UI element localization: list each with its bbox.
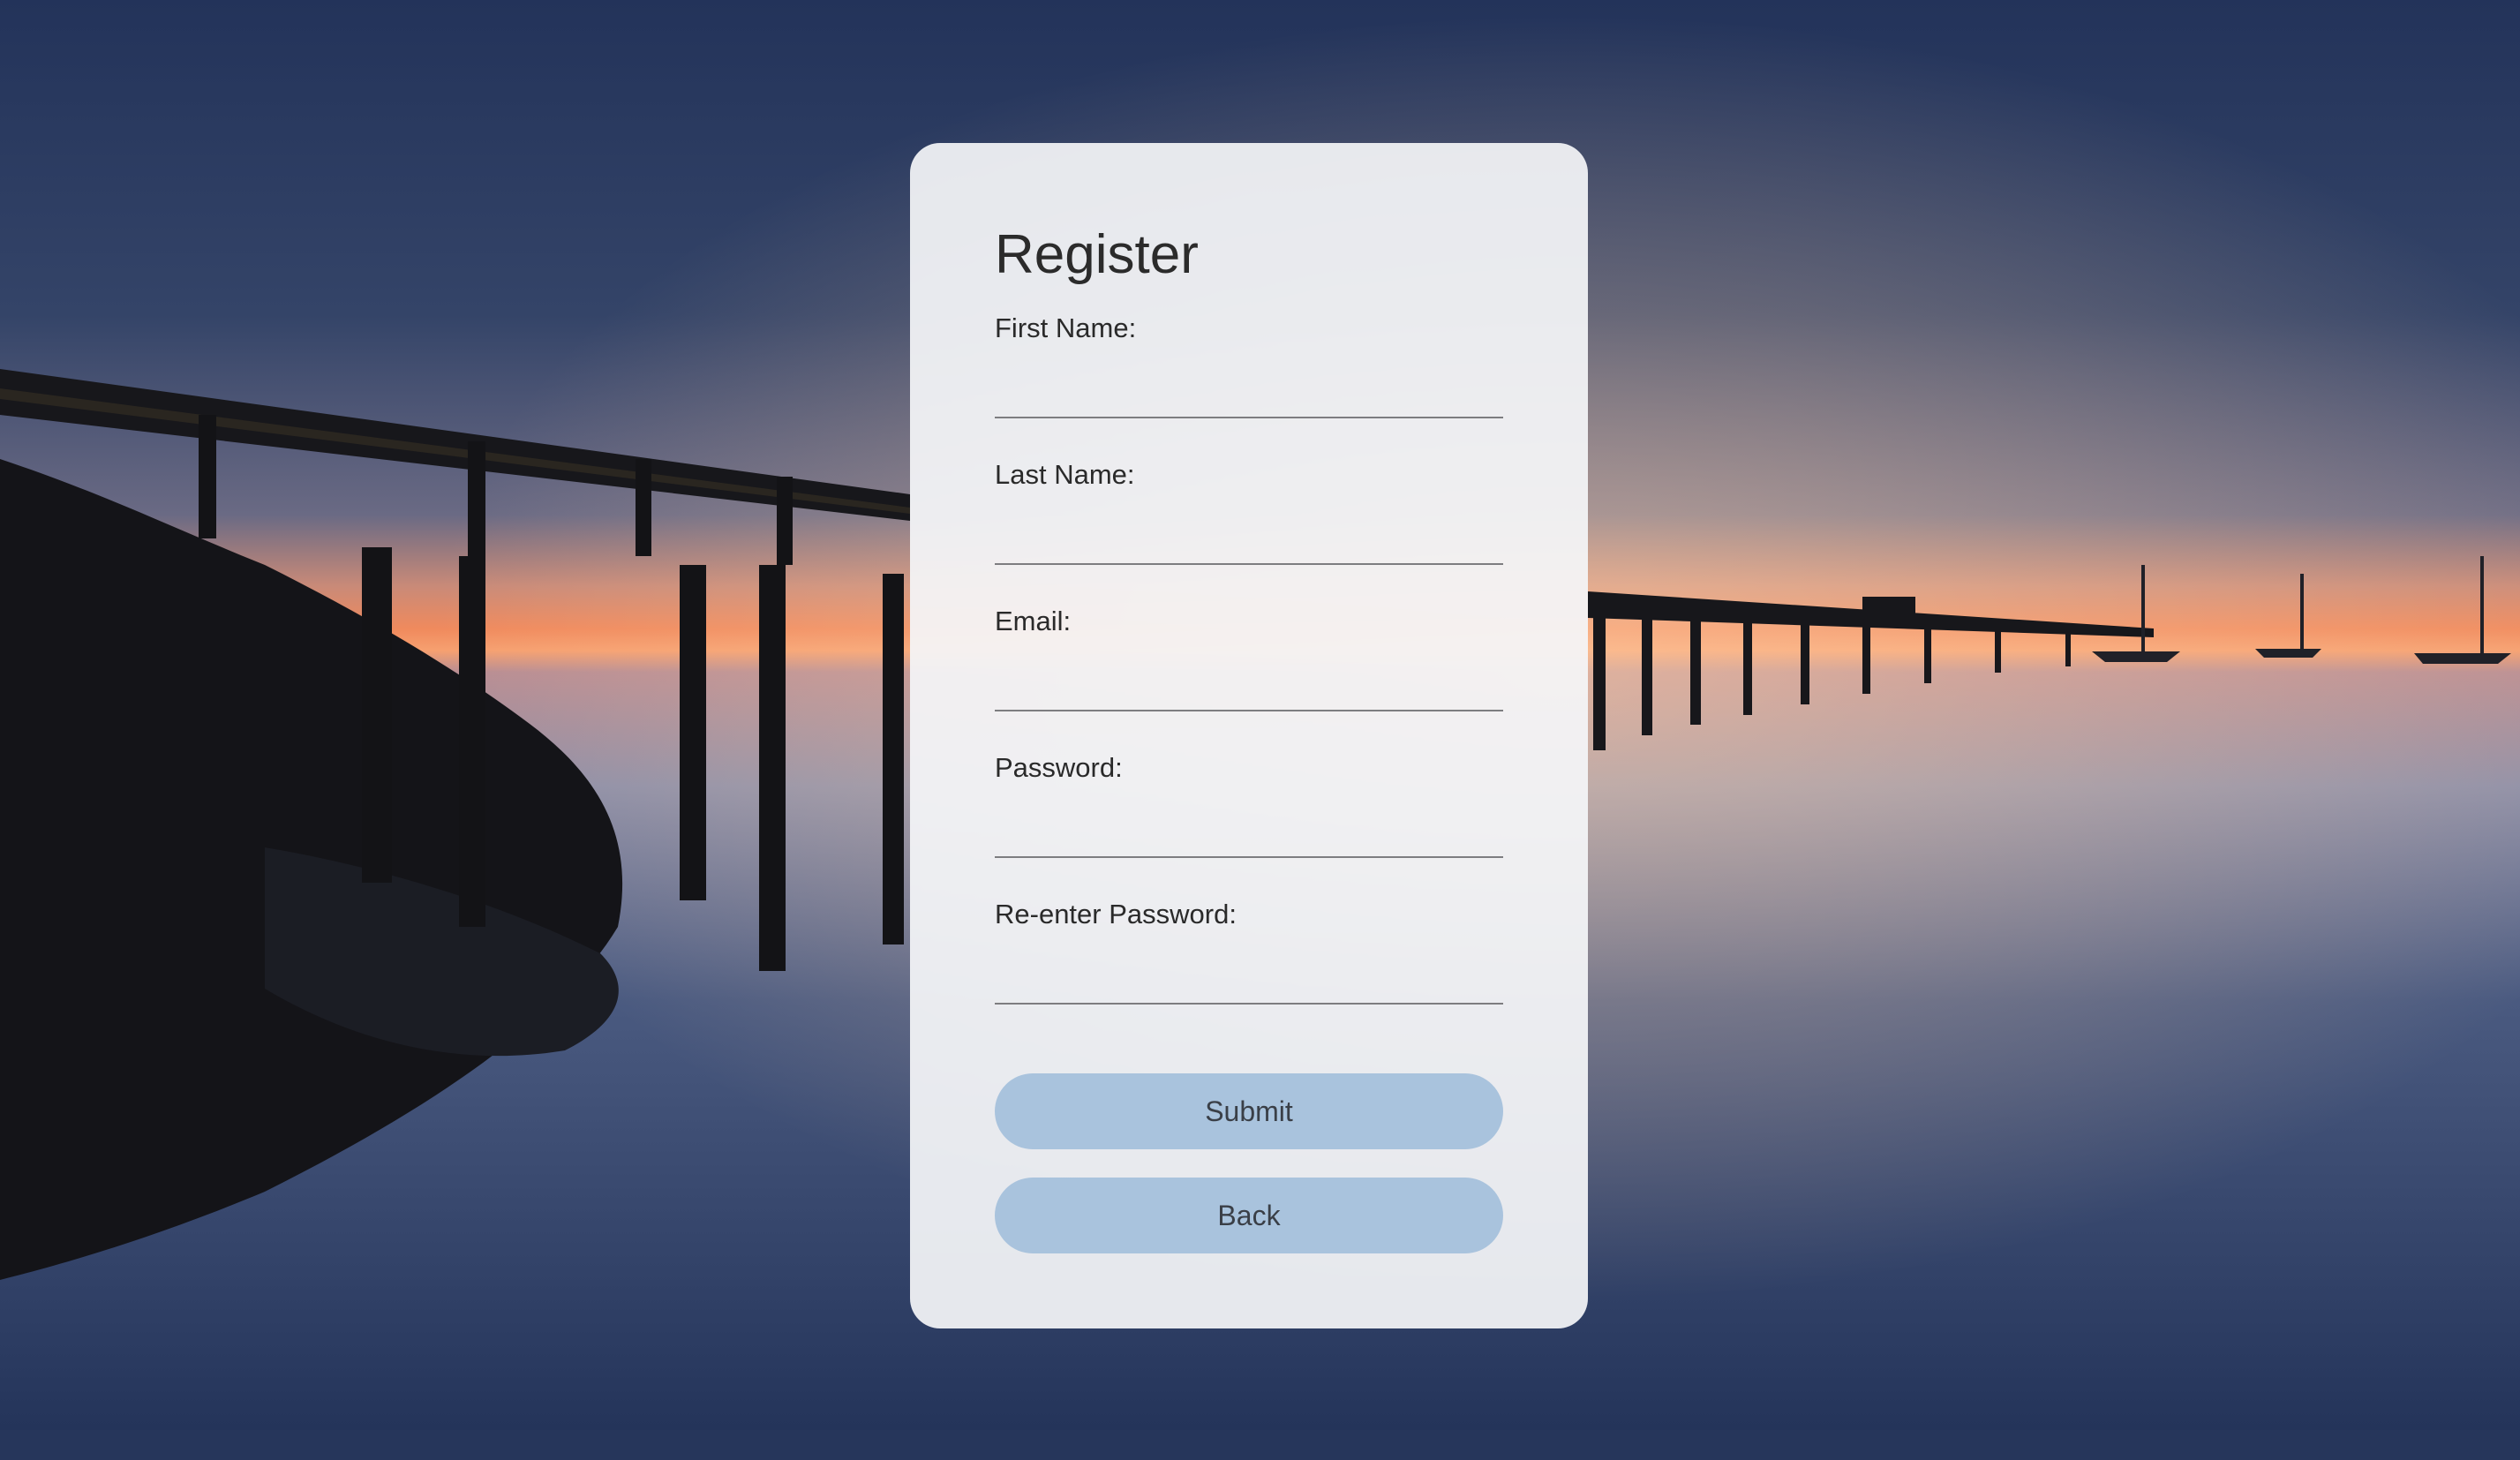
first-name-input[interactable] (995, 365, 1503, 418)
last-name-field: Last Name: (995, 459, 1503, 606)
back-button[interactable]: Back (995, 1178, 1503, 1253)
bottom-strip (0, 1430, 2520, 1460)
last-name-label: Last Name: (995, 459, 1135, 490)
confirm-password-input[interactable] (995, 952, 1503, 1005)
register-card: Register First Name: Last Name: Email: P… (910, 143, 1588, 1328)
first-name-field: First Name: (995, 312, 1503, 459)
register-page: Register First Name: Last Name: Email: P… (0, 0, 2520, 1460)
email-field: Email: (995, 606, 1503, 752)
password-label: Password: (995, 752, 1123, 783)
submit-button[interactable]: Submit (995, 1073, 1503, 1149)
email-input[interactable] (995, 659, 1503, 711)
first-name-label: First Name: (995, 312, 1137, 343)
password-input[interactable] (995, 805, 1503, 858)
email-label: Email: (995, 606, 1072, 636)
last-name-input[interactable] (995, 512, 1503, 565)
confirm-password-label: Re-enter Password: (995, 899, 1237, 929)
page-title: Register (995, 224, 1199, 285)
confirm-password-field: Re-enter Password: (995, 899, 1503, 1045)
password-field: Password: (995, 752, 1503, 899)
